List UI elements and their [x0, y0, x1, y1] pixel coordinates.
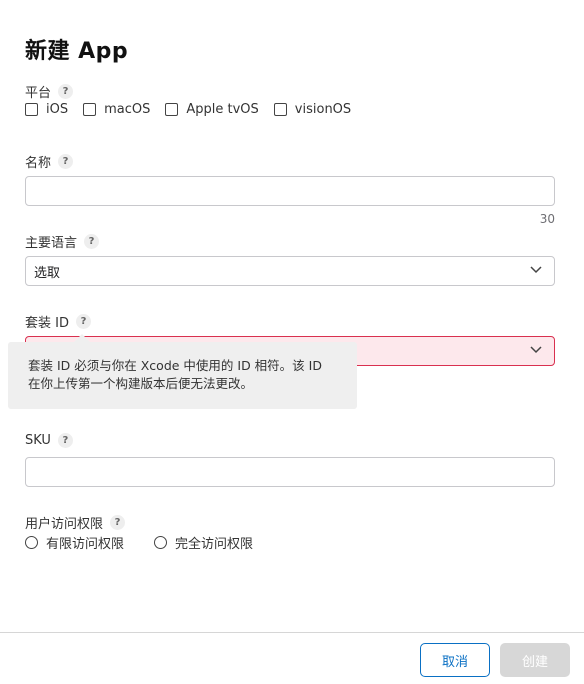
sku-help-icon[interactable]: ?	[57, 433, 73, 448]
chevron-down-icon	[530, 266, 542, 274]
language-label-row: 主要语言 ?	[25, 232, 100, 251]
platform-checkbox-ios[interactable]: iOS	[25, 102, 68, 117]
name-help-icon[interactable]: ?	[58, 154, 74, 169]
platform-checkboxes: iOS macOS Apple tvOS visionOS	[25, 102, 366, 117]
radio-label: 完全访问权限	[175, 537, 254, 552]
footer-divider	[0, 632, 584, 633]
platform-checkbox-macos[interactable]: macOS	[83, 102, 150, 117]
name-label: 名称	[25, 156, 52, 171]
checkbox-box[interactable]	[273, 103, 287, 116]
tooltip-arrow	[74, 334, 90, 342]
tooltip-line: 在你上传第一个构建版本后便无法更改。	[28, 376, 254, 391]
bundle-id-help-icon[interactable]: ?	[75, 314, 91, 329]
radio-limited-access[interactable]: 有限访问权限	[25, 533, 124, 552]
cancel-button[interactable]: 取消	[420, 643, 490, 677]
language-help-icon[interactable]: ?	[84, 234, 100, 249]
name-label-row: 名称 ?	[25, 152, 74, 171]
platform-label: 平台	[25, 86, 52, 101]
checkbox-label: Apple tvOS	[186, 102, 259, 117]
user-access-label: 用户访问权限	[25, 517, 104, 532]
radio-circle[interactable]	[25, 536, 38, 549]
radio-full-access[interactable]: 完全访问权限	[154, 533, 253, 552]
sku-label: SKU	[25, 433, 51, 448]
user-access-radios: 有限访问权限 完全访问权限	[25, 533, 283, 552]
language-select[interactable]: 选取	[25, 256, 555, 286]
radio-circle[interactable]	[154, 536, 168, 549]
language-select-value: 选取	[34, 265, 61, 281]
sku-input[interactable]	[25, 457, 555, 487]
page-title: 新建 App	[25, 39, 129, 64]
bundle-id-tooltip: 套装 ID 必须与你在 Xcode 中使用的 ID 相符。该 ID 在你上传第一…	[8, 334, 357, 409]
checkbox-label: macOS	[104, 102, 151, 117]
platform-checkbox-visionos[interactable]: visionOS	[273, 102, 352, 117]
checkbox-box[interactable]	[83, 103, 97, 116]
name-input[interactable]	[25, 176, 555, 206]
bundle-id-label-row: 套装 ID ?	[25, 312, 91, 331]
user-access-help-icon[interactable]: ?	[110, 515, 126, 530]
platform-help-icon[interactable]: ?	[58, 84, 74, 99]
name-char-counter: 30	[539, 212, 555, 226]
bundle-id-label: 套装 ID	[25, 316, 69, 331]
tooltip-line: 套装 ID 必须与你在 Xcode 中使用的 ID 相符。该 ID	[28, 358, 322, 373]
user-access-label-row: 用户访问权限 ?	[25, 513, 126, 532]
platform-label-row: 平台 ?	[25, 82, 74, 101]
checkbox-label: visionOS	[294, 102, 352, 117]
checkbox-box[interactable]	[165, 103, 179, 116]
create-button[interactable]: 创建	[500, 643, 570, 677]
radio-label: 有限访问权限	[46, 537, 125, 552]
platform-checkbox-tvos[interactable]: Apple tvOS	[165, 102, 259, 117]
chevron-down-icon	[530, 346, 542, 354]
checkbox-label: iOS	[46, 102, 69, 117]
language-label: 主要语言	[25, 236, 78, 251]
sku-label-row: SKU ?	[25, 433, 73, 448]
checkbox-box[interactable]	[25, 103, 38, 116]
